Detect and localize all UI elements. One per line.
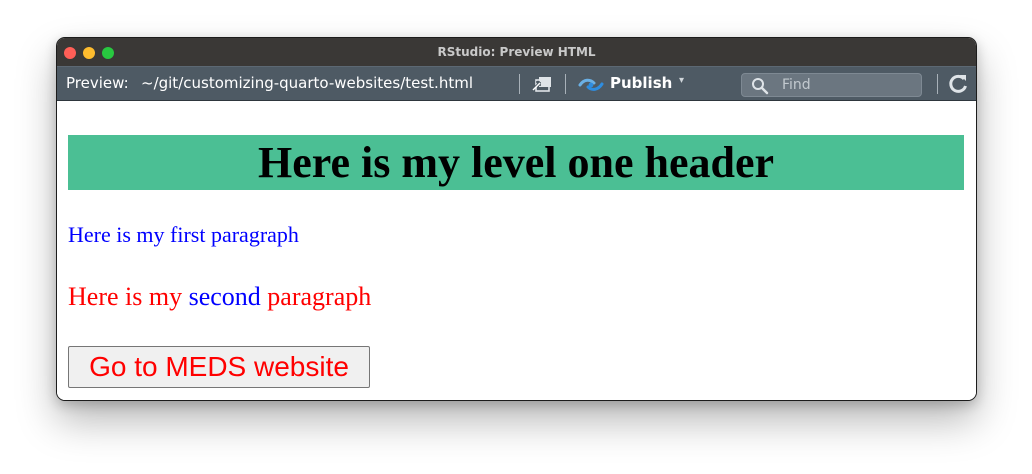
meds-website-button[interactable]: Go to MEDS website xyxy=(68,346,370,388)
preview-toolbar: Preview: ~/git/customizing-quarto-websit… xyxy=(57,66,976,101)
toolbar-divider xyxy=(565,74,566,94)
preview-label: Preview: xyxy=(66,74,129,92)
preview-content: Here is my level one header Here is my f… xyxy=(57,101,976,400)
preview-window: RStudio: Preview HTML Preview: ~/git/cus… xyxy=(56,37,977,401)
chevron-down-icon[interactable]: ▾ xyxy=(679,75,684,86)
file-path: ~/git/customizing-quarto-websites/test.h… xyxy=(141,74,473,92)
second-paragraph: Here is my second paragraph xyxy=(68,282,371,312)
window-title: RStudio: Preview HTML xyxy=(437,45,596,59)
second-paragraph-highlight: second xyxy=(188,282,261,311)
second-paragraph-text: paragraph xyxy=(260,282,372,311)
toolbar-divider xyxy=(937,74,938,94)
publish-icon[interactable] xyxy=(578,75,604,93)
second-paragraph-text: Here is my xyxy=(68,282,189,311)
popout-icon[interactable] xyxy=(531,75,553,93)
search-icon xyxy=(751,77,769,95)
first-paragraph: Here is my first paragraph xyxy=(68,222,299,247)
refresh-icon[interactable] xyxy=(947,73,969,95)
publish-button[interactable]: Publish xyxy=(610,74,672,92)
find-field[interactable] xyxy=(741,73,922,97)
level-one-header: Here is my level one header xyxy=(68,135,964,190)
find-input[interactable] xyxy=(782,77,912,93)
title-bar[interactable]: RStudio: Preview HTML xyxy=(57,38,976,66)
toolbar-divider xyxy=(519,74,520,94)
